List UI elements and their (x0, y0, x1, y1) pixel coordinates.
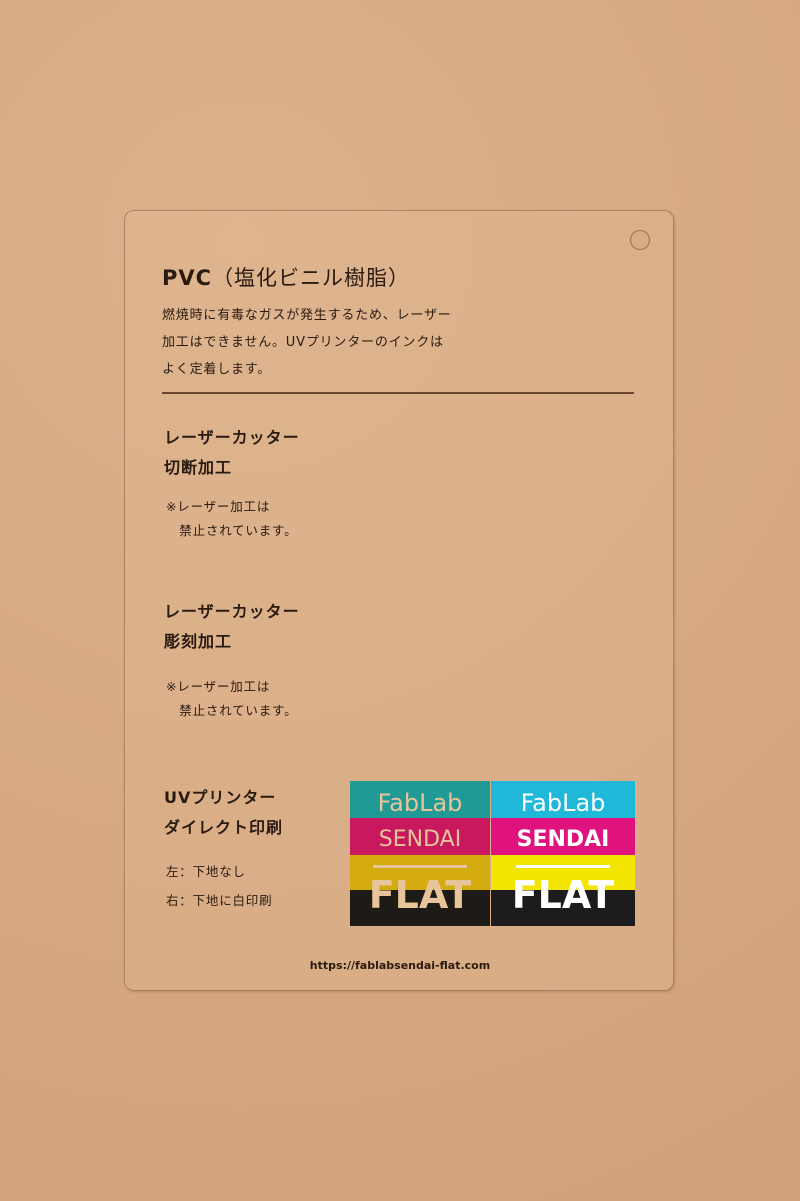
logo-fablab: FabLab (520, 789, 606, 817)
note-line: 右：下地に白印刷 (166, 893, 273, 908)
logo-flat: FLAT (511, 873, 615, 917)
logo-sendai: SENDAI (378, 827, 462, 852)
logo-flat: FLAT (368, 873, 472, 917)
heading-line: レーザーカッター (164, 428, 300, 447)
section-heading-engrave: レーザーカッター 彫刻加工 (164, 597, 300, 657)
card-title: PVC（塩化ビニル樹脂） (162, 262, 410, 292)
desc-line: よく定着します。 (162, 362, 272, 377)
section-note-uv: 左：下地なし 右：下地に白印刷 (166, 857, 272, 915)
desc-line: 燃焼時に有毒なガスが発生するため、レーザー (162, 308, 452, 323)
logo-fablab: FabLab (377, 789, 463, 817)
section-heading-cut: レーザーカッター 切断加工 (164, 423, 300, 483)
section-note-cut: ※レーザー加工は 禁止されています。 (166, 495, 297, 543)
logo-print-no-white: FabLab SENDAI FLAT (350, 781, 490, 926)
note-line: 禁止されています。 (166, 703, 298, 718)
logo-print-white-base: FabLab SENDAI FLAT (491, 781, 635, 926)
heading-line: 彫刻加工 (164, 632, 233, 651)
note-line: ※レーザー加工は (166, 679, 271, 694)
title-paren: （塩化ビニル樹脂） (212, 266, 411, 290)
divider (162, 392, 634, 394)
note-line: ※レーザー加工は (166, 499, 271, 514)
desc-line: 加工はできません。UVプリンターのインクは (162, 335, 444, 350)
note-line: 左：下地なし (166, 864, 246, 879)
section-note-engrave: ※レーザー加工は 禁止されています。 (166, 675, 297, 723)
heading-line: レーザーカッター (164, 602, 300, 621)
note-line: 禁止されています。 (166, 523, 298, 538)
heading-line: ダイレクト印刷 (164, 818, 284, 837)
website-url: https://fablabsendai-flat.com (309, 959, 491, 972)
logo-sendai: SENDAI (516, 827, 610, 852)
title-main: PVC (162, 266, 213, 290)
hang-hole (630, 230, 650, 250)
heading-line: 切断加工 (164, 458, 233, 477)
heading-line: UVプリンター (164, 788, 277, 807)
description: 燃焼時に有毒なガスが発生するため、レーザー 加工はできません。UVプリンターのイ… (162, 302, 452, 383)
section-heading-uv: UVプリンター ダイレクト印刷 (164, 783, 283, 843)
